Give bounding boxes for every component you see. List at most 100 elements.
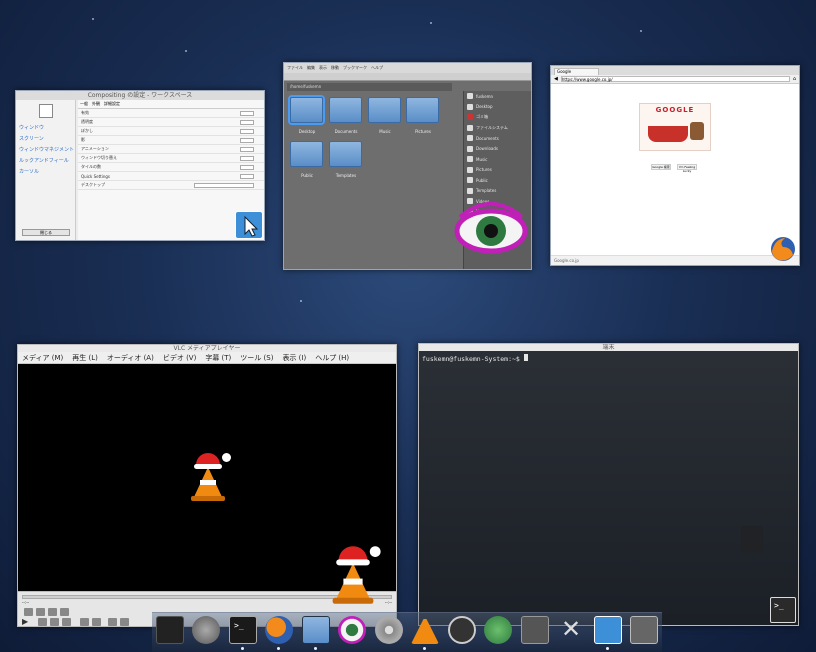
eye-icon[interactable] bbox=[338, 616, 366, 644]
folder-icon[interactable] bbox=[329, 97, 362, 123]
settings-app-icon bbox=[16, 100, 75, 122]
menu-item[interactable]: 移動 bbox=[331, 65, 339, 71]
menu-help[interactable]: ヘルプ (H) bbox=[315, 353, 349, 363]
sidebar-item-window-management[interactable]: ウィンドウマネジメント bbox=[16, 144, 75, 155]
firefox-icon[interactable] bbox=[265, 616, 293, 644]
playlist-icon[interactable] bbox=[92, 618, 101, 626]
appstore-icon[interactable] bbox=[448, 616, 476, 644]
stop-icon[interactable] bbox=[50, 618, 59, 626]
folder-icon[interactable] bbox=[329, 141, 362, 167]
sidebar-item-screen[interactable]: スクリーン bbox=[16, 133, 75, 144]
close-button[interactable]: 閉じる bbox=[22, 229, 70, 236]
place-item[interactable]: Documents bbox=[464, 133, 531, 144]
place-item[interactable]: fuskemn bbox=[464, 91, 531, 102]
place-item[interactable]: Downloads bbox=[464, 144, 531, 155]
play-icon[interactable]: ▶ bbox=[22, 617, 28, 626]
rocket-icon[interactable] bbox=[192, 616, 220, 644]
next-icon[interactable] bbox=[62, 618, 71, 626]
setting-control[interactable] bbox=[240, 137, 254, 143]
tab-appearance[interactable]: 外観 bbox=[92, 101, 100, 107]
place-item[interactable]: Music bbox=[464, 154, 531, 165]
menu-item[interactable]: ファイル bbox=[287, 65, 303, 71]
extended-icon[interactable] bbox=[108, 618, 117, 626]
vlc-icon[interactable] bbox=[411, 616, 439, 644]
files-icon[interactable] bbox=[302, 616, 330, 644]
menu-view[interactable]: 表示 (I) bbox=[282, 353, 306, 363]
disc-icon[interactable] bbox=[375, 616, 403, 644]
menu-subtitle[interactable]: 字幕 (T) bbox=[205, 353, 231, 363]
sidebar-item-cursor[interactable]: カーソル bbox=[16, 166, 75, 177]
sidebar-item-look-and-feel[interactable]: ルックアンドフィール bbox=[16, 155, 75, 166]
settings-window[interactable]: Compositing の設定 - ワークスペース ウィンドウ スクリーン ウィ… bbox=[15, 90, 265, 241]
tools-icon[interactable]: ✕ bbox=[557, 616, 585, 644]
menu-item[interactable]: ブックマーク bbox=[343, 65, 367, 71]
setting-control[interactable] bbox=[240, 155, 254, 161]
tab-general[interactable]: 一般 bbox=[80, 101, 88, 107]
menu-item[interactable]: 表示 bbox=[319, 65, 327, 71]
menu-video[interactable]: ビデオ (V) bbox=[163, 353, 196, 363]
place-label: Pictures bbox=[476, 167, 492, 173]
menu-item[interactable]: 編集 bbox=[307, 65, 315, 71]
setting-control[interactable] bbox=[240, 119, 254, 125]
folder-label: Documents bbox=[334, 129, 358, 134]
lucky-button[interactable]: I'm Feeling Lucky bbox=[677, 164, 697, 173]
setting-label: ウィンドウ切り替え bbox=[81, 155, 117, 160]
setting-control[interactable] bbox=[240, 173, 254, 179]
file-manager-window[interactable]: ファイル 編集 表示 移動 ブックマーク ヘルプ /home/fuskemn D… bbox=[283, 62, 532, 270]
star bbox=[185, 50, 187, 52]
browser-window[interactable]: Google ◀ https://www.google.co.jp/ ⌂ GOO… bbox=[550, 65, 800, 266]
google-doodle[interactable]: GOOGLE bbox=[639, 103, 711, 151]
setting-dropdown[interactable] bbox=[194, 182, 254, 188]
menu-playback[interactable]: 再生 (L) bbox=[72, 353, 98, 363]
place-item[interactable]: Pictures bbox=[464, 165, 531, 176]
place-item[interactable]: Public bbox=[464, 175, 531, 186]
path-bar[interactable]: /home/fuskemn bbox=[287, 83, 452, 91]
terminal-window[interactable]: 端末 fuskemn@fuskemn-System:~$ >_ bbox=[418, 343, 799, 626]
screenshot-icon[interactable] bbox=[630, 616, 658, 644]
back-icon[interactable]: ◀ bbox=[554, 76, 558, 82]
menu-audio[interactable]: オーディオ (A) bbox=[107, 353, 154, 363]
terminal-prompt[interactable]: fuskemn@fuskemn-System:~$ bbox=[419, 351, 798, 366]
eye-app-icon bbox=[454, 193, 528, 267]
place-item[interactable]: ゴミ箱 bbox=[464, 112, 531, 123]
prev-icon[interactable] bbox=[38, 618, 47, 626]
tab-advanced[interactable]: 詳細設定 bbox=[104, 101, 120, 107]
google-search-button[interactable]: Google 検索 bbox=[651, 164, 671, 170]
place-item[interactable]: Desktop bbox=[464, 102, 531, 113]
vlc-title: VLC メディアプレイヤー bbox=[18, 345, 396, 352]
setting-control[interactable] bbox=[240, 128, 254, 134]
setting-label: アニメーション bbox=[81, 146, 109, 151]
cursor-app-icon bbox=[235, 211, 263, 239]
folder-icon[interactable] bbox=[290, 141, 323, 167]
browser-tab[interactable]: Google bbox=[554, 68, 599, 75]
file-toolbar bbox=[284, 73, 531, 81]
camera-icon[interactable] bbox=[521, 616, 549, 644]
vlc-window[interactable]: VLC メディアプレイヤー メディア (M) 再生 (L) オーディオ (A) … bbox=[17, 344, 397, 627]
running-indicator bbox=[314, 647, 317, 650]
globe-icon[interactable] bbox=[484, 616, 512, 644]
folder-icon[interactable] bbox=[290, 97, 323, 123]
frame-icon[interactable] bbox=[60, 608, 69, 616]
place-item[interactable]: ファイルシステム bbox=[464, 123, 531, 134]
display-icon[interactable] bbox=[156, 616, 184, 644]
menu-item[interactable]: ヘルプ bbox=[371, 65, 383, 71]
snapshot-icon[interactable] bbox=[36, 608, 45, 616]
terminal-icon[interactable]: >_ bbox=[229, 616, 257, 644]
sidebar-item-window[interactable]: ウィンドウ bbox=[16, 122, 75, 133]
fullscreen-icon[interactable] bbox=[80, 618, 89, 626]
menu-media[interactable]: メディア (M) bbox=[22, 353, 63, 363]
shuffle-icon[interactable] bbox=[120, 618, 129, 626]
setting-control[interactable] bbox=[240, 146, 254, 152]
loop-icon[interactable] bbox=[48, 608, 57, 616]
menu-tools[interactable]: ツール (S) bbox=[240, 353, 273, 363]
folder-icon[interactable] bbox=[406, 97, 439, 123]
cursor-icon[interactable] bbox=[594, 616, 622, 644]
running-indicator bbox=[423, 647, 426, 650]
url-input[interactable]: https://www.google.co.jp/ bbox=[560, 76, 790, 82]
setting-control[interactable] bbox=[240, 164, 254, 170]
home-icon[interactable]: ⌂ bbox=[793, 76, 796, 82]
setting-control[interactable] bbox=[240, 110, 254, 116]
folder-icon[interactable] bbox=[368, 97, 401, 123]
running-indicator bbox=[606, 647, 609, 650]
record-icon[interactable] bbox=[24, 608, 33, 616]
